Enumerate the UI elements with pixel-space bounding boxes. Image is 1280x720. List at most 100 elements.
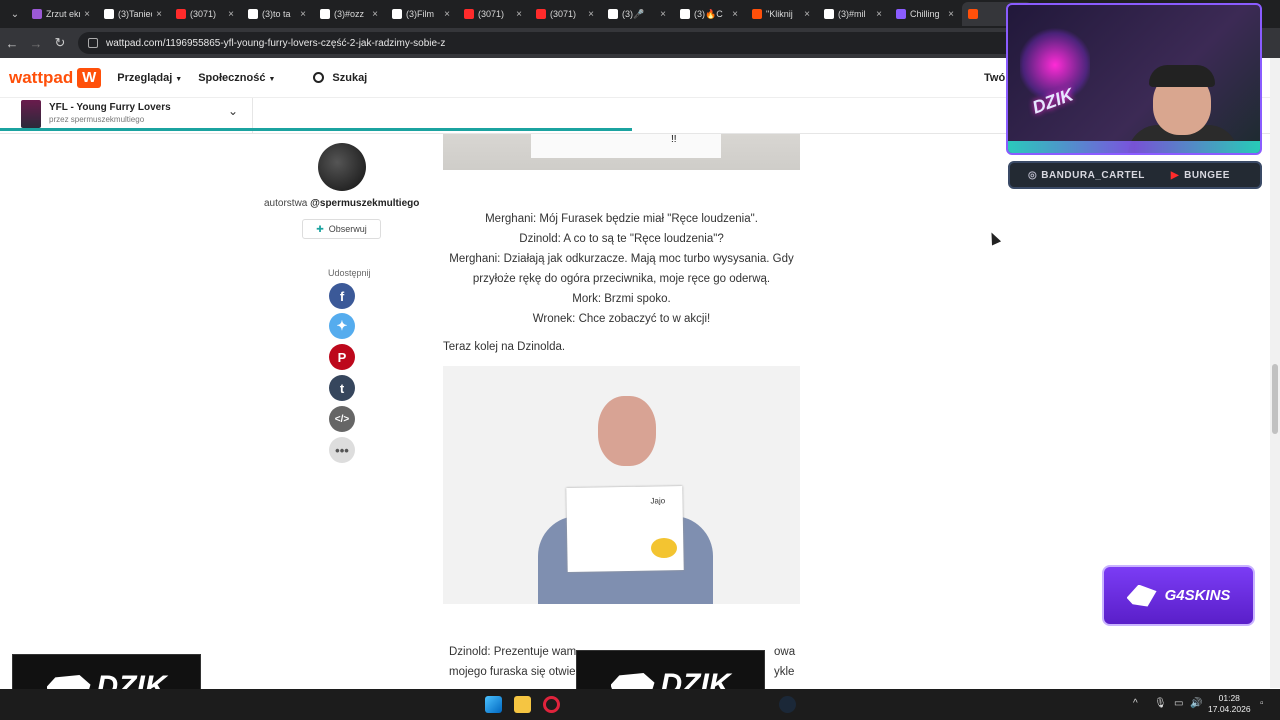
file-explorer-icon[interactable] <box>514 696 531 713</box>
wattpad-logo[interactable]: wattpad W <box>9 67 102 88</box>
webcam-overlay: DZIK <box>1006 3 1262 155</box>
facebook-icon[interactable]: f <box>329 283 355 309</box>
address-bar[interactable]: wattpad.com/1196955865-yfl-young-furry-l… <box>78 32 1018 54</box>
tab-close-icon[interactable]: × <box>444 9 450 20</box>
browser-tab[interactable]: (3071) × <box>458 2 528 26</box>
back-icon[interactable]: ← <box>0 36 24 51</box>
tab-favicon-icon <box>464 9 474 19</box>
tab-close-icon[interactable]: × <box>732 9 738 20</box>
tab-favicon-icon <box>104 9 114 19</box>
tab-title: (3)Taniec <box>118 9 153 19</box>
dialog-line: Dzinold: A co to są te "Ręce loudzenia"? <box>519 233 724 245</box>
tab-close-icon[interactable]: × <box>372 9 378 20</box>
dialog-line: przyłoże rękę do ogóra przeciwnika, moje… <box>472 273 771 285</box>
tab-close-icon[interactable]: × <box>804 9 810 20</box>
forward-icon[interactable]: → <box>24 36 48 51</box>
story-title[interactable]: YFL - Young Furry Lovers <box>49 102 171 113</box>
tab-title: (3)Film <box>406 9 434 19</box>
browser-tab[interactable]: (3)Taniec × <box>98 2 168 26</box>
browse-menu[interactable]: Przeglądaj ▼ <box>117 72 182 84</box>
browser-tab[interactable]: (3)#ozz × <box>314 2 384 26</box>
tab-favicon-icon <box>176 9 186 19</box>
youtube-icon: ▶ <box>1170 169 1180 181</box>
browser-tab[interactable]: (3071) × <box>170 2 240 26</box>
browser-tab[interactable]: (3)to ta × <box>242 2 312 26</box>
browser-tab[interactable]: Zrzut ekranu× <box>26 2 96 26</box>
tab-title: Zrzut ekranu <box>46 9 81 19</box>
author-handle[interactable]: @spermuszekmultiego <box>310 198 419 209</box>
story-paragraph: Teraz kolej na Dzinolda. <box>443 341 566 353</box>
create-menu[interactable]: Twó <box>984 72 1005 84</box>
story-line-fragment: owa <box>774 646 796 658</box>
tumblr-icon[interactable]: t <box>329 375 355 401</box>
image-person-head <box>598 396 656 466</box>
more-icon[interactable]: ••• <box>329 437 355 463</box>
dialog-line: Merghani: Działają jak odkurzacze. Mają … <box>449 253 794 265</box>
browser-tab[interactable]: (3)🎤 × <box>602 2 672 26</box>
dialog-line: Mork: Brzmi spoko. <box>572 293 671 305</box>
neon-strip <box>1008 141 1260 153</box>
story-image-main: Jajo <box>443 366 800 604</box>
chevron-down-icon[interactable]: ⌄ <box>228 104 238 118</box>
youtube-label: BUNGEE <box>1184 169 1230 181</box>
tab-title: Chilling <box>910 9 940 19</box>
clock-date: 17.04.2026 <box>1208 704 1251 714</box>
tab-title: (3)to ta <box>262 9 291 19</box>
tab-close-icon[interactable]: × <box>660 9 666 20</box>
instagram-label: BANDURA_CARTEL <box>1041 169 1145 181</box>
network-icon[interactable]: ▭ <box>1174 698 1183 709</box>
steam-icon[interactable] <box>779 696 796 713</box>
browser-tab[interactable]: (3)🔥C × <box>674 2 744 26</box>
share-label: Udostępnij <box>328 268 371 278</box>
tab-search-icon[interactable]: ⌄ <box>4 3 26 25</box>
tab-close-icon[interactable]: × <box>876 9 882 20</box>
tab-close-icon[interactable]: × <box>228 9 234 20</box>
tab-close-icon[interactable]: × <box>516 9 522 20</box>
browse-label: Przeglądaj <box>117 71 173 84</box>
image-drawing-paper: Jajo <box>566 485 684 573</box>
opera-icon[interactable] <box>543 696 560 713</box>
volume-icon[interactable]: 🔊 <box>1190 698 1202 709</box>
browser-tab[interactable]: (3)#mil × <box>818 2 888 26</box>
tab-title: (3)#mil <box>838 9 866 19</box>
tab-favicon-icon <box>32 9 42 19</box>
wolf-logo-icon <box>1126 584 1157 607</box>
tab-close-icon[interactable]: × <box>948 9 954 20</box>
tab-favicon-icon <box>824 9 834 19</box>
page-scrollbar[interactable] <box>1270 58 1280 688</box>
search-icon <box>313 72 325 83</box>
community-menu[interactable]: Społeczność ▼ <box>198 72 275 84</box>
browser-tab[interactable]: (3)Film × <box>386 2 456 26</box>
taskbar-clock[interactable]: 01:28 17.04.2026 <box>1208 693 1251 715</box>
embed-icon[interactable]: </> <box>329 406 355 432</box>
caret-down-icon: ▼ <box>268 75 276 83</box>
site-info-icon[interactable] <box>88 38 98 48</box>
pinterest-icon[interactable]: P <box>329 344 355 370</box>
twitter-icon[interactable]: ✦ <box>329 313 355 339</box>
tab-close-icon[interactable]: × <box>84 9 90 20</box>
search-button[interactable]: Szukaj <box>313 72 367 84</box>
search-label: Szukaj <box>332 71 368 84</box>
tab-favicon-icon <box>896 9 906 19</box>
logo-mark: W <box>77 67 102 88</box>
story-author: przez spermuszekmultiego <box>49 115 145 124</box>
follow-button[interactable]: ✚ Obserwuj <box>302 219 381 239</box>
browser-tab[interactable]: (3071) × <box>530 2 600 26</box>
url-text: wattpad.com/1196955865-yfl-young-furry-l… <box>106 37 446 49</box>
browser-tab[interactable]: "Kliknij × <box>746 2 816 26</box>
browser-tab[interactable]: Chilling × <box>890 2 960 26</box>
story-cover[interactable] <box>21 100 41 128</box>
microphone-icon[interactable]: 🎙 <box>1154 698 1167 709</box>
instagram-handle: ◎ BANDURA_CARTEL <box>1028 170 1145 181</box>
clock-time: 01:28 <box>1218 693 1240 703</box>
start-icon[interactable] <box>485 696 502 713</box>
tab-close-icon[interactable]: × <box>300 9 306 20</box>
caret-down-icon: ▼ <box>175 75 183 83</box>
scrollbar-thumb[interactable] <box>1272 364 1278 434</box>
reload-icon[interactable]: ↻ <box>48 35 72 51</box>
tab-close-icon[interactable]: × <box>156 9 162 20</box>
notification-icon[interactable]: ▫ <box>1260 698 1264 709</box>
tray-chevron-icon[interactable]: ^ <box>1133 698 1138 709</box>
author-avatar[interactable] <box>318 143 366 191</box>
tab-close-icon[interactable]: × <box>588 9 594 20</box>
